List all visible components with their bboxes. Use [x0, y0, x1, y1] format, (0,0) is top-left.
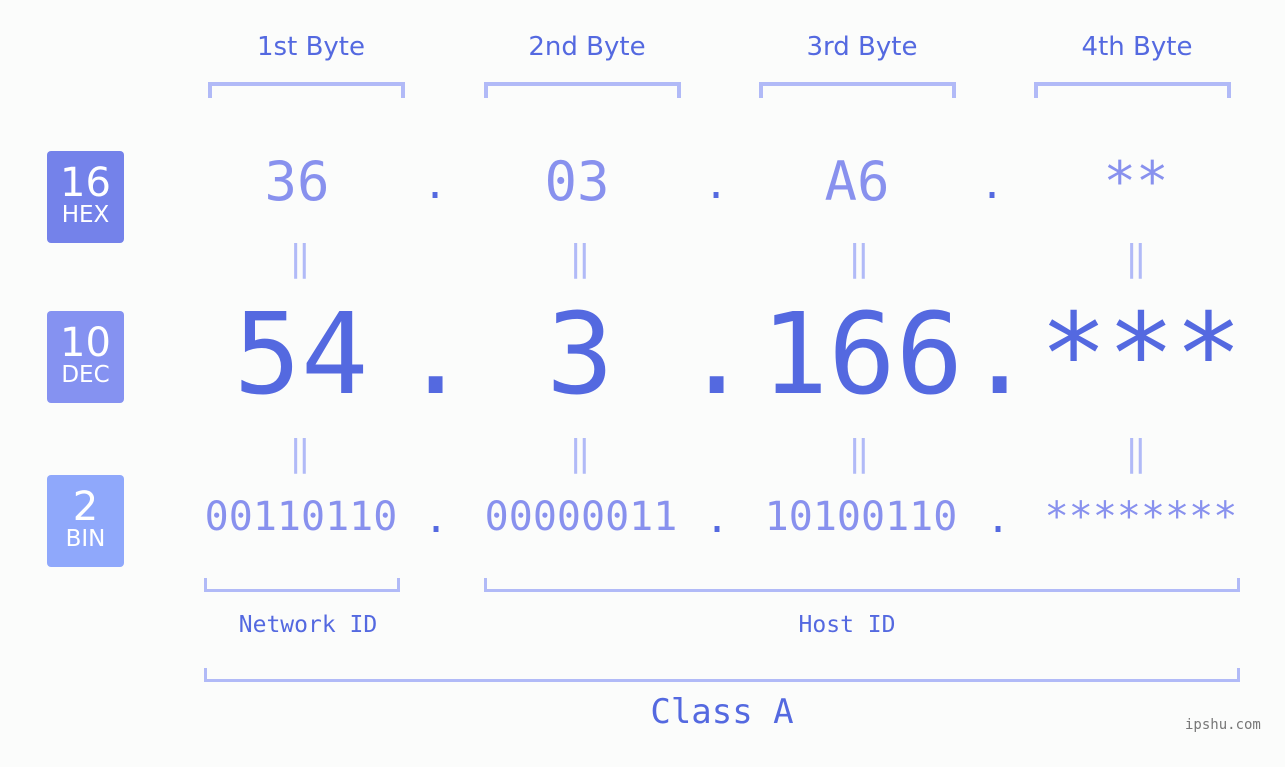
- bin-separator-2: .: [705, 496, 730, 542]
- network-id-bracket: [204, 578, 400, 592]
- equals-icon: ‖: [848, 238, 870, 279]
- byte-header-2: 2nd Byte: [528, 32, 646, 62]
- byte-bracket-3: [759, 82, 956, 98]
- network-id-label: Network ID: [238, 612, 378, 638]
- hex-badge-label: HEX: [61, 202, 110, 228]
- hex-separator-1: .: [423, 162, 448, 208]
- byte-header-3: 3rd Byte: [806, 32, 918, 62]
- equals-icon: ‖: [569, 238, 591, 279]
- hex-badge: 16 HEX: [47, 151, 124, 243]
- dec-value-4: ***: [1039, 290, 1243, 420]
- bin-value-4: ********: [1044, 494, 1238, 540]
- host-id-label: Host ID: [798, 612, 896, 638]
- equals-icon: ‖: [1125, 238, 1147, 279]
- dec-value-2: 3: [546, 290, 614, 420]
- dec-badge: 10 DEC: [47, 311, 124, 403]
- bin-badge-label: BIN: [65, 526, 106, 552]
- bin-value-3: 10100110: [764, 494, 958, 540]
- hex-value-4: **: [1103, 150, 1169, 213]
- watermark: ipshu.com: [1185, 717, 1261, 733]
- bin-separator-3: .: [986, 496, 1011, 542]
- class-bracket: [204, 668, 1240, 682]
- equals-icon: ‖: [289, 238, 311, 279]
- dec-value-1: 54: [233, 290, 369, 420]
- byte-header-1: 1st Byte: [257, 32, 365, 62]
- hex-value-2: 03: [544, 150, 610, 213]
- byte-bracket-4: [1034, 82, 1231, 98]
- hex-badge-number: 16: [60, 160, 111, 206]
- byte-header-4: 4th Byte: [1081, 32, 1193, 62]
- hex-value-3: A6: [824, 150, 890, 213]
- bin-badge: 2 BIN: [47, 475, 124, 567]
- bin-badge-number: 2: [72, 484, 99, 530]
- dec-separator-2: .: [683, 290, 751, 420]
- hex-value-1: 36: [264, 150, 330, 213]
- equals-icon: ‖: [1125, 433, 1147, 474]
- equals-icon: ‖: [848, 433, 870, 474]
- dec-badge-label: DEC: [61, 362, 110, 388]
- dec-badge-number: 10: [60, 320, 111, 366]
- byte-bracket-1: [208, 82, 405, 98]
- dec-separator-1: .: [402, 290, 470, 420]
- equals-icon: ‖: [569, 433, 591, 474]
- hex-separator-2: .: [704, 162, 729, 208]
- dec-separator-3: .: [966, 290, 1034, 420]
- dec-value-3: 166: [760, 290, 964, 420]
- bin-value-1: 00110110: [204, 494, 398, 540]
- host-id-bracket: [484, 578, 1240, 592]
- class-label: Class A: [650, 692, 794, 732]
- bin-separator-1: .: [424, 496, 449, 542]
- byte-bracket-2: [484, 82, 681, 98]
- equals-icon: ‖: [289, 433, 311, 474]
- hex-separator-3: .: [980, 162, 1005, 208]
- bin-value-2: 00000011: [484, 494, 678, 540]
